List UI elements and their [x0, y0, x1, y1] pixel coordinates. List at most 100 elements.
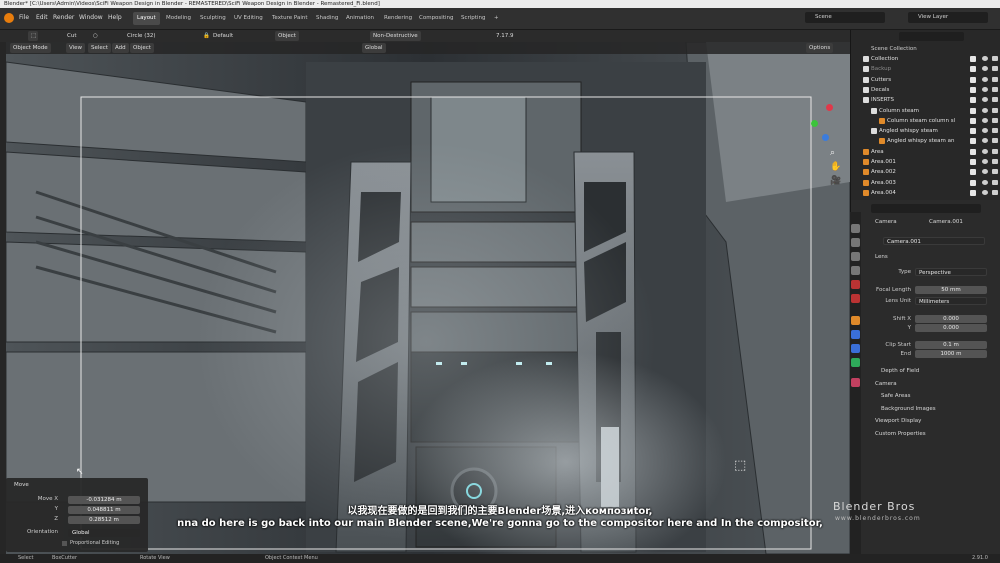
clip-end-field[interactable]: 1000 m: [915, 350, 987, 358]
tab-animation[interactable]: Animation: [342, 12, 378, 25]
outliner-item[interactable]: Collection: [851, 54, 1000, 64]
camera-render-icon[interactable]: [992, 128, 998, 134]
tab-shading[interactable]: Shading: [312, 12, 342, 25]
object-tab-icon[interactable]: [851, 316, 860, 325]
exclude-checkbox[interactable]: [970, 56, 976, 62]
exclude-checkbox[interactable]: [970, 189, 976, 196]
add-workspace-button[interactable]: +: [490, 12, 503, 25]
circle-icon[interactable]: ○: [90, 31, 101, 41]
exclude-checkbox[interactable]: [970, 148, 976, 155]
outliner-item[interactable]: Column steam column sl: [851, 116, 1000, 126]
options-button[interactable]: Options: [806, 43, 834, 53]
camera-render-icon[interactable]: [992, 56, 998, 61]
tab-rendering[interactable]: Rendering: [380, 12, 416, 25]
outliner-item[interactable]: Area.003: [851, 178, 1000, 188]
camera-render-icon[interactable]: [992, 179, 998, 185]
exclude-checkbox[interactable]: [970, 179, 976, 186]
eye-icon[interactable]: [982, 159, 988, 164]
type-select[interactable]: Perspective: [915, 268, 987, 276]
object-mode-dropdown[interactable]: Object Mode: [10, 43, 51, 53]
proportional-checkbox[interactable]: [62, 541, 67, 546]
scene-tab-icon[interactable]: [851, 280, 860, 289]
camera-render-icon[interactable]: [992, 148, 998, 154]
gizmo-x-icon[interactable]: [826, 104, 833, 111]
tab-modeling[interactable]: Modeling: [162, 12, 195, 25]
eye-icon[interactable]: [982, 117, 988, 123]
tab-sculpting[interactable]: Sculpting: [196, 12, 230, 25]
zoom-icon[interactable]: ⌕: [830, 148, 835, 158]
exclude-checkbox[interactable]: [970, 159, 976, 165]
section-background-images[interactable]: Background Images: [881, 406, 936, 412]
lens-section[interactable]: Lens: [875, 254, 888, 260]
eye-icon[interactable]: [982, 128, 988, 134]
tab-uv-editing[interactable]: UV Editing: [230, 12, 267, 25]
modifier-tab-icon[interactable]: [851, 330, 860, 339]
physics-tab-icon[interactable]: [851, 344, 860, 353]
eye-icon[interactable]: [982, 56, 988, 61]
section-camera[interactable]: Camera: [875, 381, 897, 387]
tab-compositing[interactable]: Compositing: [415, 12, 457, 25]
view-layer-selector[interactable]: View Layer: [908, 12, 988, 23]
camera-render-icon[interactable]: [992, 169, 998, 175]
outliner[interactable]: Scene Collection Collection Backup Cutters…: [850, 30, 1000, 200]
add-menu[interactable]: Add: [112, 43, 129, 53]
default-preset[interactable]: Default: [210, 31, 236, 41]
transform-orientation[interactable]: Global: [362, 43, 386, 53]
menu-help[interactable]: Help: [108, 14, 122, 21]
select-menu[interactable]: Select: [88, 43, 111, 53]
tab-scripting[interactable]: Scripting: [457, 12, 489, 25]
lens-unit-select[interactable]: Millimeters: [915, 297, 987, 305]
select-box-icon[interactable]: ⬚: [28, 31, 38, 41]
camera-data-name[interactable]: Camera.001: [883, 237, 985, 245]
outliner-search[interactable]: [899, 32, 964, 41]
world-tab-icon[interactable]: [851, 294, 860, 303]
view-menu[interactable]: View: [66, 43, 86, 53]
section-viewport-display[interactable]: Viewport Display: [875, 418, 921, 424]
section-safe-areas[interactable]: Safe Areas: [881, 393, 910, 399]
outliner-scene-collection[interactable]: Scene Collection: [851, 44, 1000, 54]
outliner-item[interactable]: Area.001: [851, 157, 1000, 167]
camera-view-icon[interactable]: 🎥: [830, 176, 841, 186]
camera-render-icon[interactable]: [992, 189, 998, 195]
shift-y-field[interactable]: 0.000: [915, 324, 987, 332]
tool-cut[interactable]: Cut: [64, 31, 79, 41]
outliner-item[interactable]: Angled whispy steam an: [851, 136, 1000, 146]
exclude-checkbox[interactable]: [970, 97, 976, 104]
object-mode-select[interactable]: Object: [275, 31, 299, 41]
exclude-checkbox[interactable]: [970, 128, 976, 135]
menu-file[interactable]: File: [19, 14, 29, 21]
tool-tab-icon[interactable]: [851, 224, 860, 233]
eye-icon[interactable]: [982, 76, 988, 82]
camera-render-icon[interactable]: [992, 159, 998, 164]
outliner-item[interactable]: INSERTS: [851, 95, 1000, 105]
section-custom-properties[interactable]: Custom Properties: [875, 431, 926, 437]
menu-render[interactable]: Render: [53, 14, 74, 21]
shift-x-field[interactable]: 0.000: [915, 315, 987, 323]
camera-render-icon[interactable]: [992, 86, 998, 92]
exclude-checkbox[interactable]: [970, 169, 976, 176]
texture-tab-icon[interactable]: [851, 378, 860, 387]
eye-icon[interactable]: [982, 66, 988, 72]
camera-data-tab-icon[interactable]: [851, 358, 860, 367]
brush-size[interactable]: Circle (32): [124, 31, 158, 41]
camera-render-icon[interactable]: [992, 107, 998, 113]
exclude-checkbox[interactable]: [970, 117, 976, 124]
outliner-item[interactable]: Decals: [851, 85, 1000, 95]
camera-render-icon[interactable]: [992, 117, 998, 123]
exclude-checkbox[interactable]: [970, 66, 976, 73]
camera-render-icon[interactable]: [992, 66, 998, 72]
eye-icon[interactable]: [982, 189, 988, 195]
gizmo-y-icon[interactable]: [811, 120, 818, 127]
outliner-item[interactable]: Column steam: [851, 106, 1000, 116]
outliner-item[interactable]: Area: [851, 147, 1000, 157]
exclude-checkbox[interactable]: [970, 107, 976, 114]
eye-icon[interactable]: [982, 107, 988, 113]
camera-render-icon[interactable]: [992, 97, 998, 103]
non-destructive-select[interactable]: Non-Destructive: [370, 31, 421, 41]
tab-layout[interactable]: Layout: [133, 12, 160, 25]
camera-render-icon[interactable]: [992, 138, 998, 144]
focal-length-field[interactable]: 50 mm: [915, 286, 987, 294]
scene-selector[interactable]: Scene: [805, 12, 885, 23]
eye-icon[interactable]: [982, 97, 988, 103]
render-tab-icon[interactable]: [851, 238, 860, 247]
